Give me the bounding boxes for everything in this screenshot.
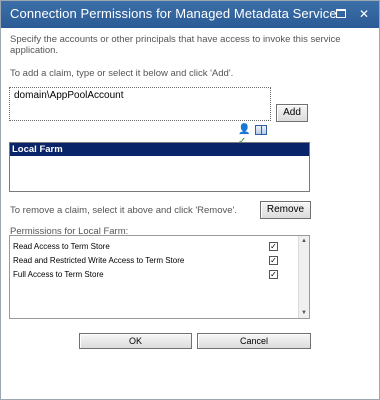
remove-button[interactable]: Remove xyxy=(260,201,311,219)
cancel-button[interactable]: Cancel xyxy=(197,333,311,349)
dialog-title: Connection Permissions for Managed Metad… xyxy=(10,6,337,21)
permission-row: Read Access to Term Store ✓ xyxy=(13,241,283,253)
scroll-up-icon[interactable]: ▲ xyxy=(299,236,309,246)
service-description: Specify the accounts or other principals… xyxy=(10,34,341,56)
permission-label: Read Access to Term Store xyxy=(13,242,110,251)
dialog-content: Specify the accounts or other principals… xyxy=(1,28,379,399)
permission-checkbox-read[interactable]: ✓ xyxy=(269,242,278,251)
ok-button[interactable]: OK xyxy=(79,333,192,349)
permission-checkbox-full[interactable]: ✓ xyxy=(269,270,278,279)
claims-list-item-local-farm[interactable]: Local Farm xyxy=(10,143,309,156)
claims-list[interactable]: Local Farm xyxy=(9,142,310,192)
address-book-icon[interactable] xyxy=(255,125,267,135)
connection-permissions-dialog: Connection Permissions for Managed Metad… xyxy=(0,0,380,400)
permission-row: Read and Restricted Write Access to Term… xyxy=(13,255,283,267)
maximize-icon[interactable] xyxy=(334,7,348,21)
permissions-list: Read Access to Term Store ✓ Read and Res… xyxy=(9,235,310,319)
permissions-scrollbar[interactable]: ▲ ▼ xyxy=(298,236,309,318)
remove-claim-instruction: To remove a claim, select it above and c… xyxy=(10,205,237,216)
claim-input[interactable]: domain\AppPoolAccount xyxy=(9,87,271,121)
scroll-down-icon[interactable]: ▼ xyxy=(299,308,309,318)
permission-row: Full Access to Term Store ✓ xyxy=(13,269,283,281)
permission-label: Read and Restricted Write Access to Term… xyxy=(13,256,185,265)
dialog-titlebar: Connection Permissions for Managed Metad… xyxy=(1,1,379,28)
permission-checkbox-restricted-write[interactable]: ✓ xyxy=(269,256,278,265)
close-icon[interactable]: ✕ xyxy=(357,7,371,21)
check-names-icon[interactable]: 👤✓ xyxy=(238,124,252,147)
add-claim-instruction: To add a claim, type or select it below … xyxy=(10,68,234,79)
add-button[interactable]: Add xyxy=(276,104,308,122)
permission-label: Full Access to Term Store xyxy=(13,270,104,279)
